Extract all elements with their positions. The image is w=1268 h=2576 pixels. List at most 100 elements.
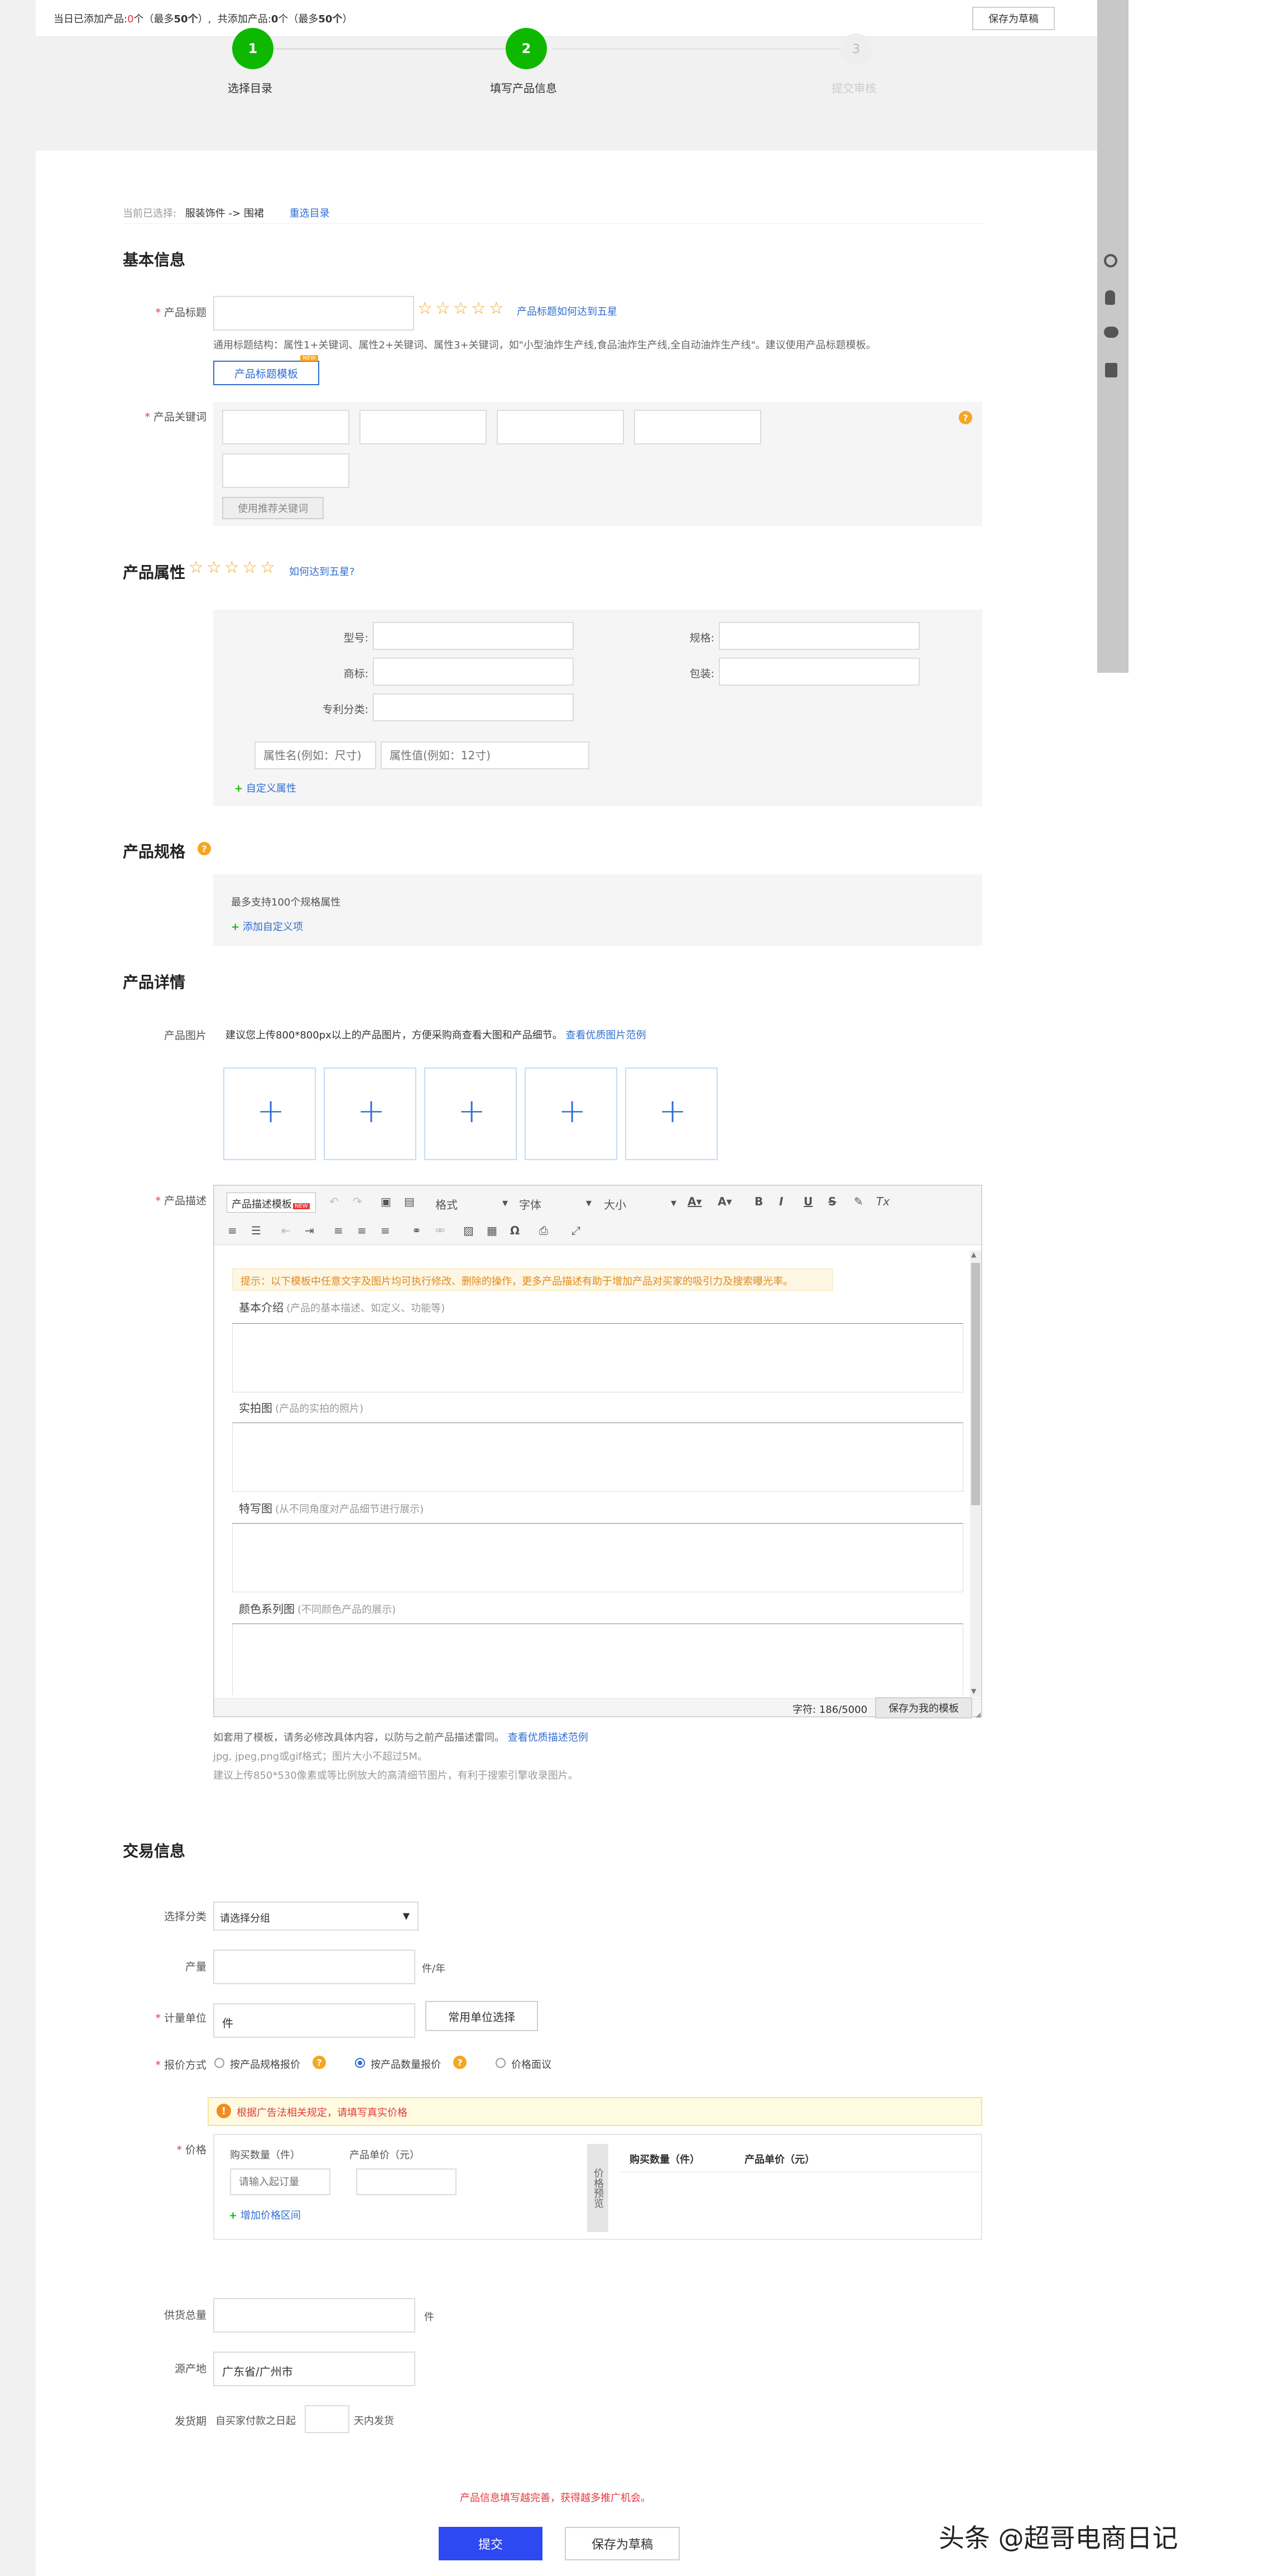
supply-unit: 件 — [424, 2311, 434, 2323]
product-title-input[interactable] — [213, 296, 414, 331]
preview-icon[interactable]: ⎙ — [539, 1224, 548, 1237]
pack-input[interactable] — [719, 658, 920, 686]
align-center-icon[interactable]: ≡ — [357, 1224, 367, 1237]
outdent-icon[interactable]: ⇤ — [281, 1224, 291, 1237]
spec-max-text: 最多支持100个规格属性 — [231, 897, 341, 908]
clear-format-icon[interactable]: Tx — [876, 1195, 890, 1208]
undo-icon[interactable]: ↶ — [329, 1195, 339, 1208]
category-select[interactable]: 请选择分组 ▼ — [213, 1902, 419, 1931]
upload-slot-2[interactable]: + — [324, 1067, 416, 1160]
min-order-input[interactable] — [230, 2168, 330, 2195]
top-save-draft-button[interactable]: 保存为草稿 — [972, 7, 1055, 30]
origin-input[interactable]: 广东省/广州市 — [213, 2352, 415, 2386]
align-left-icon[interactable]: ≡ — [334, 1224, 343, 1237]
spec-input[interactable] — [719, 622, 920, 650]
upload-slot-5[interactable]: + — [625, 1067, 718, 1160]
align-right-icon[interactable]: ≡ — [381, 1224, 390, 1237]
output-label: 产量 — [185, 1961, 206, 1973]
char-count: 字符: 186/5000 — [792, 1704, 868, 1716]
keywords-help-icon[interactable]: ? — [959, 411, 972, 424]
size-dropdown[interactable]: 大小 ▾ — [604, 1196, 676, 1212]
title-template-button[interactable]: 产品标题模板 NEW — [213, 355, 319, 385]
add-price-range-link[interactable]: + 增加价格区间 — [229, 2208, 301, 2222]
attr-name-input[interactable] — [254, 741, 376, 769]
common-unit-button[interactable]: 常用单位选择 — [425, 2001, 538, 2031]
model-input[interactable] — [373, 622, 574, 650]
editor-tip: 提示：以下模板中任意文字及图片均可执行修改、删除的操作，更多产品描述有助于增加产… — [232, 1268, 833, 1291]
keyword-input-1[interactable] — [222, 410, 349, 444]
bold-icon[interactable]: B — [755, 1195, 763, 1208]
title-star-5-icon: ☆ — [489, 299, 504, 318]
submit-button[interactable]: 提交 — [439, 2527, 542, 2560]
bg-color-icon[interactable]: A▾ — [718, 1195, 732, 1208]
save-draft-button[interactable]: 保存为草稿 — [565, 2527, 680, 2560]
reselect-category-link[interactable]: 重选目录 — [290, 208, 330, 219]
format-dropdown[interactable]: 格式 ▾ — [435, 1196, 508, 1212]
section-content-box[interactable] — [232, 1324, 963, 1392]
underline-icon[interactable]: U — [804, 1195, 813, 1208]
image-icon[interactable]: ▨ — [463, 1224, 474, 1237]
pic-example-link[interactable]: 查看优质图片范例 — [566, 1030, 646, 1041]
attr-five-star-link[interactable]: 如何达到五星? — [289, 564, 355, 578]
quote-method-label-text: 报价方式 — [164, 2059, 206, 2071]
paste-text-icon[interactable]: ▤ — [404, 1195, 415, 1208]
title-five-star-link[interactable]: 产品标题如何达到五星 — [517, 304, 617, 318]
scroll-up-icon[interactable]: ▲ — [971, 1251, 976, 1258]
unlink-icon[interactable]: ⚮ — [435, 1224, 445, 1237]
section-content-box[interactable] — [232, 1524, 963, 1592]
supply-input[interactable] — [213, 2298, 415, 2333]
desc-template-dropdown[interactable]: 产品描述模板 NEW — [227, 1193, 316, 1213]
desc-example-link[interactable]: 查看优质描述范例 — [508, 1732, 588, 1744]
upload-slot-1[interactable]: + — [223, 1067, 316, 1160]
font-dropdown[interactable]: 字体 ▾ — [519, 1196, 592, 1212]
attr-star-4-icon: ☆ — [242, 558, 257, 577]
format-brush-icon[interactable]: ✎ — [854, 1195, 863, 1208]
quote-by-spec-radio[interactable] — [214, 2058, 224, 2068]
text-color-icon[interactable]: A▾ — [688, 1195, 702, 1208]
section-content-box[interactable] — [232, 1625, 963, 1695]
special-char-icon[interactable]: Ω — [510, 1224, 520, 1237]
unit-input[interactable]: 件 — [213, 2003, 415, 2038]
footprint-icon[interactable] — [1105, 290, 1115, 305]
table-icon[interactable]: ▦ — [487, 1224, 497, 1237]
wechat-icon[interactable] — [1104, 327, 1118, 338]
add-spec-link[interactable]: + 添加自定义项 — [231, 919, 303, 933]
quote-by-quantity-radio[interactable] — [355, 2058, 365, 2068]
indent-icon[interactable]: ⇥ — [305, 1224, 314, 1237]
upload-slot-3[interactable]: + — [424, 1067, 517, 1160]
ship-days-input[interactable] — [305, 2405, 349, 2433]
patent-input[interactable] — [373, 693, 574, 721]
scroll-down-icon[interactable]: ▼ — [971, 1687, 976, 1695]
resize-handle-icon[interactable]: ◢ — [976, 1711, 981, 1718]
keyword-input-5[interactable] — [222, 453, 349, 488]
attr-value-input[interactable] — [381, 741, 589, 769]
section-content-box[interactable] — [232, 1424, 963, 1492]
feedback-icon[interactable] — [1104, 254, 1117, 267]
redo-icon[interactable]: ↷ — [353, 1195, 362, 1208]
custom-attribute-link[interactable]: + 自定义属性 — [234, 781, 296, 795]
italic-icon[interactable]: I — [779, 1195, 783, 1208]
fullscreen-icon[interactable]: ⤢ — [571, 1224, 580, 1237]
ordered-list-icon[interactable]: ≡ — [228, 1224, 237, 1237]
quote-qty-help-icon[interactable]: ? — [453, 2056, 467, 2069]
unit-price-input[interactable] — [356, 2168, 457, 2195]
paste-icon[interactable]: ▣ — [381, 1195, 391, 1208]
keyword-input-3[interactable] — [497, 410, 624, 444]
keyword-input-2[interactable] — [359, 410, 487, 444]
save-my-template-button[interactable]: 保存为我的模板 — [875, 1697, 972, 1718]
strike-icon[interactable]: S — [828, 1195, 836, 1208]
notes-icon[interactable] — [1105, 363, 1117, 377]
negotiable-radio[interactable] — [496, 2058, 506, 2068]
bullet-list-icon[interactable]: ☰ — [251, 1224, 261, 1237]
upload-slot-4[interactable]: + — [525, 1067, 617, 1160]
negotiable-label: 价格面议 — [511, 2059, 551, 2071]
desc-section-colors: 颜色系列图 (不同颜色产品的展示) — [239, 1600, 396, 1616]
editor-scrollbar-thumb[interactable] — [971, 1263, 980, 1505]
recommend-keywords-button[interactable]: 使用推荐关键词 — [222, 497, 324, 519]
keyword-input-4[interactable] — [634, 410, 761, 444]
brand-input[interactable] — [373, 658, 574, 686]
output-input[interactable] — [213, 1950, 415, 1984]
link-icon[interactable]: ⚭ — [412, 1224, 421, 1237]
spec-help-icon[interactable]: ? — [198, 842, 211, 855]
quote-spec-help-icon[interactable]: ? — [313, 2056, 326, 2069]
